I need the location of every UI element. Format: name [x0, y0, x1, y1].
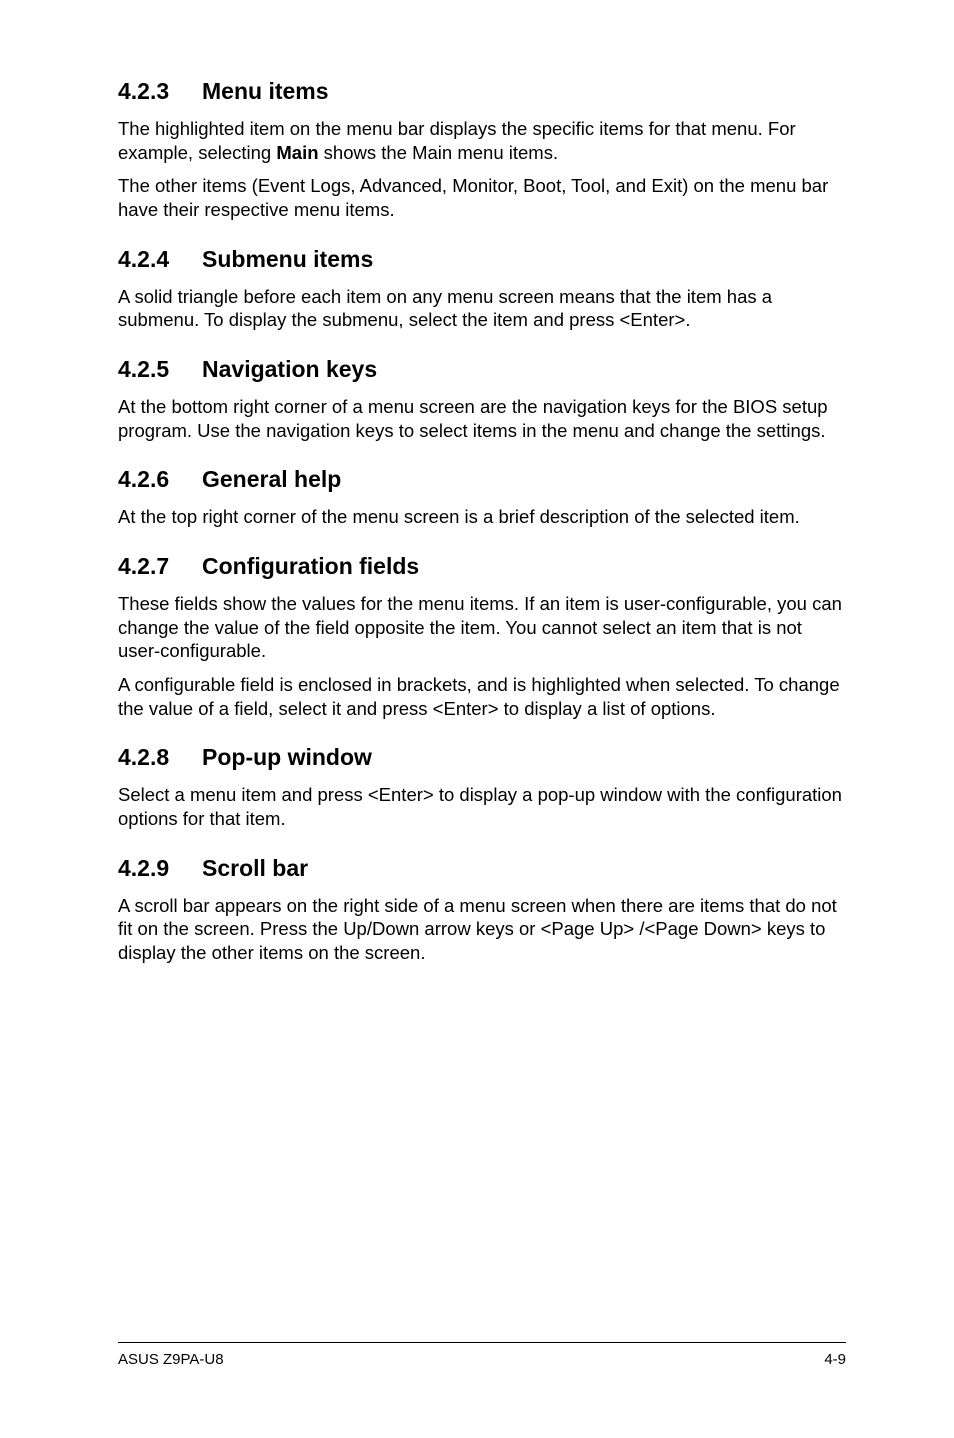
section-title: Pop-up window	[202, 744, 372, 770]
section-title: Menu items	[202, 78, 329, 104]
section-number: 4.2.4	[118, 246, 202, 273]
section-title: Submenu items	[202, 246, 373, 272]
paragraph: The highlighted item on the menu bar dis…	[118, 117, 846, 164]
heading-menu-items: 4.2.3Menu items	[118, 78, 846, 105]
paragraph: A configurable field is enclosed in brac…	[118, 673, 846, 720]
paragraph: Select a menu item and press <Enter> to …	[118, 783, 846, 830]
heading-popup-window: 4.2.8Pop-up window	[118, 744, 846, 771]
paragraph: At the top right corner of the menu scre…	[118, 505, 846, 529]
heading-general-help: 4.2.6General help	[118, 466, 846, 493]
text: shows the Main menu items.	[319, 142, 559, 163]
heading-configuration-fields: 4.2.7Configuration fields	[118, 553, 846, 580]
paragraph: A scroll bar appears on the right side o…	[118, 894, 846, 965]
heading-navigation-keys: 4.2.5Navigation keys	[118, 356, 846, 383]
section-number: 4.2.6	[118, 466, 202, 493]
bold-text: Main	[276, 142, 318, 163]
section-title: Configuration fields	[202, 553, 419, 579]
paragraph: These fields show the values for the men…	[118, 592, 846, 663]
heading-scroll-bar: 4.2.9Scroll bar	[118, 855, 846, 882]
page-footer: ASUS Z9PA-U8 4-9	[0, 1342, 954, 1368]
section-number: 4.2.5	[118, 356, 202, 383]
page-content: 4.2.3Menu items The highlighted item on …	[0, 0, 954, 965]
paragraph: A solid triangle before each item on any…	[118, 285, 846, 332]
section-title: Scroll bar	[202, 855, 308, 881]
paragraph: At the bottom right corner of a menu scr…	[118, 395, 846, 442]
section-number: 4.2.7	[118, 553, 202, 580]
section-number: 4.2.3	[118, 78, 202, 105]
footer-row: ASUS Z9PA-U8 4-9	[118, 1351, 846, 1368]
footer-divider	[118, 1342, 846, 1343]
footer-page-number: 4-9	[824, 1351, 846, 1368]
section-number: 4.2.8	[118, 744, 202, 771]
section-title: Navigation keys	[202, 356, 377, 382]
section-number: 4.2.9	[118, 855, 202, 882]
footer-left: ASUS Z9PA-U8	[118, 1351, 224, 1368]
paragraph: The other items (Event Logs, Advanced, M…	[118, 174, 846, 221]
section-title: General help	[202, 466, 341, 492]
heading-submenu-items: 4.2.4Submenu items	[118, 246, 846, 273]
